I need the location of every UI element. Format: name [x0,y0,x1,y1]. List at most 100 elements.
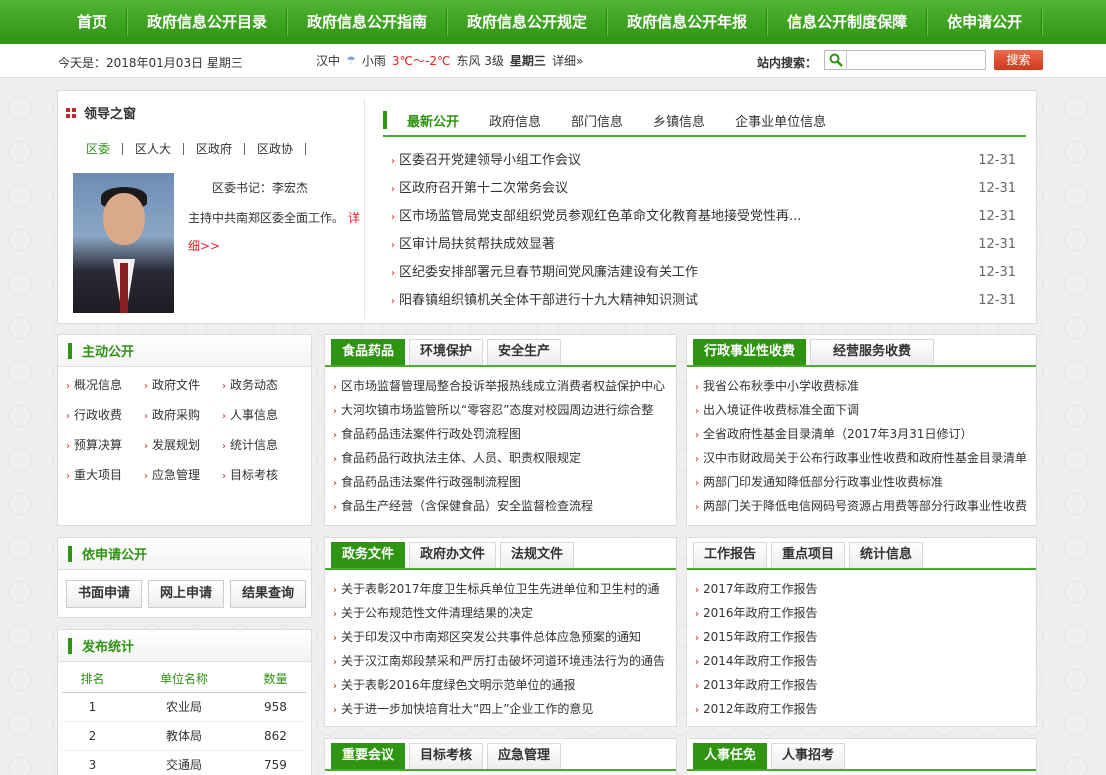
link-item[interactable]: › 预算决算 [66,437,144,455]
list-item[interactable]: › 关于印发汉中市南郑区突发公共事件总体应急预案的通知 [333,628,670,652]
list-item[interactable]: › 2015年政府工作报告 [695,628,1030,652]
list-item[interactable]: › 2016年政府工作报告 [695,604,1030,628]
list-item[interactable]: › 我省公布秋季中小学收费标准 [695,377,1030,401]
link-item[interactable]: › 应急管理 [144,467,222,485]
tab-targets[interactable]: 目标考核 [409,743,484,769]
tab-statistics[interactable]: 统计信息 [849,542,924,568]
tab-gov-docs[interactable]: 政务文件 [331,542,406,568]
news-title[interactable]: 区政府召开第十二次常务会议 [399,181,568,196]
link-label[interactable]: 概况信息 [74,378,122,392]
tab-office-docs[interactable]: 政府办文件 [409,542,497,568]
link-label[interactable]: 政务动态 [230,378,278,392]
search-icon[interactable] [825,51,847,69]
list-item-title[interactable]: 关于印发汉中市南郑区突发公共事件总体应急预案的通知 [341,630,641,644]
list-item-title[interactable]: 2014年政府工作报告 [703,654,818,668]
list-item[interactable]: › 大河坎镇市场监管所以“零容忍”态度对校园周边进行综合整 [333,401,670,425]
online-application-button[interactable]: 网上申请 [148,580,224,608]
news-item[interactable]: › 区市场监管局党支部组织党员参观红色革命文化教育基地接受党性再... 12-31 [391,207,1016,235]
link-item[interactable]: › 政务动态 [222,377,300,395]
link-label[interactable]: 行政收费 [74,408,122,422]
link-label[interactable]: 政府采购 [152,408,200,422]
link-item[interactable]: › 政府文件 [144,377,222,395]
news-title[interactable]: 区委召开党建领导小组工作会议 [399,153,581,168]
list-item[interactable]: › 2017年政府工作报告 [695,580,1030,604]
link-item[interactable]: › 发展规划 [144,437,222,455]
news-item[interactable]: › 区政府召开第十二次常务会议 12-31 [391,179,1016,207]
tab-regulations[interactable]: 法规文件 [500,542,575,568]
list-item[interactable]: › 2013年政府工作报告 [695,676,1030,700]
list-item-title[interactable]: 食品药品违法案件行政处罚流程图 [341,427,521,441]
tab-admin-fees[interactable]: 行政事业性收费 [693,339,807,365]
list-item[interactable]: › 食品药品违法案件行政强制流程图 [333,473,670,497]
list-item[interactable]: › 全省政府性基金目录清单（2017年3月31日修订） [695,425,1030,449]
leader-tab-cppcc[interactable]: 区政协 [245,143,307,155]
list-item-title[interactable]: 2017年政府工作报告 [703,582,818,596]
list-item[interactable]: › 食品药品违法案件行政处罚流程图 [333,425,670,449]
leader-tab-congress[interactable]: 区人大 [123,143,185,155]
search-button[interactable]: 搜索 [994,50,1043,70]
list-item-title[interactable]: 两部门印发通知降低部分行政事业性收费标准 [703,475,943,489]
list-item[interactable]: › 关于公布规范性文件清理结果的决定 [333,604,670,628]
list-item-title[interactable]: 出入境证件收费标准全面下调 [703,403,859,417]
link-item[interactable]: › 重大项目 [66,467,144,485]
tab-appointments[interactable]: 人事任免 [693,743,768,769]
link-item[interactable]: › 统计信息 [222,437,300,455]
link-label[interactable]: 预算决算 [74,438,122,452]
link-label[interactable]: 人事信息 [230,408,278,422]
nav-guide[interactable]: 政府信息公开指南 [288,0,446,44]
link-label[interactable]: 应急管理 [152,468,200,482]
tab-key-projects[interactable]: 重点项目 [771,542,846,568]
list-item-title[interactable]: 全省政府性基金目录清单（2017年3月31日修订） [703,427,972,441]
tab-environment[interactable]: 环境保护 [409,339,484,365]
list-item-title[interactable]: 关于进一步加快培育壮大“四上”企业工作的意见 [341,702,593,716]
tab-department-info[interactable]: 部门信息 [571,111,623,130]
list-item-title[interactable]: 食品生产经营（含保健食品）安全监督检查流程 [341,499,593,513]
list-item[interactable]: › 食品药品行政执法主体、人员、职责权限规定 [333,449,670,473]
list-item-title[interactable]: 2016年政府工作报告 [703,606,818,620]
tab-recruitment[interactable]: 人事招考 [771,743,846,769]
link-label[interactable]: 政府文件 [152,378,200,392]
tab-latest[interactable]: 最新公开 [407,111,459,130]
list-item[interactable]: › 两部门印发通知降低部分行政事业性收费标准 [695,473,1030,497]
list-item[interactable]: › 2014年政府工作报告 [695,652,1030,676]
tab-emergency[interactable]: 应急管理 [487,743,562,769]
list-item[interactable]: › 关于进一步加快培育壮大“四上”企业工作的意见 [333,700,670,724]
list-item[interactable]: › 关于表彰2016年度绿色文明示范单位的通报 [333,676,670,700]
news-item[interactable]: › 阳春镇组织镇机关全体干部进行十九大精神知识测试 12-31 [391,291,1016,319]
result-query-button[interactable]: 结果查询 [230,580,306,608]
link-item[interactable]: › 行政收费 [66,407,144,425]
link-label[interactable]: 重大项目 [74,468,122,482]
link-label[interactable]: 目标考核 [230,468,278,482]
list-item[interactable]: › 关于汉江南郑段禁采和严厉打击破坏河道环境违法行为的通告 [333,652,670,676]
list-item[interactable]: › 两部门关于降低电信网码号资源占用费等部分行政事业性收费 [695,497,1030,521]
tab-meetings[interactable]: 重要会议 [331,743,406,769]
list-item[interactable]: › 关于表彰2017年度卫生标兵单位卫生先进单位和卫生村的通 [333,580,670,604]
link-item[interactable]: › 概况信息 [66,377,144,395]
leader-tab-party[interactable]: 区委 [86,143,124,155]
tab-work-reports[interactable]: 工作报告 [693,542,768,568]
tab-government-info[interactable]: 政府信息 [489,111,541,130]
list-item-title[interactable]: 区市场监督管理局整合投诉举报热线成立消费者权益保护中心 [341,379,665,393]
list-item-title[interactable]: 2013年政府工作报告 [703,678,818,692]
list-item-title[interactable]: 2015年政府工作报告 [703,630,818,644]
list-item[interactable]: › 食品生产经营（含保健食品）安全监督检查流程 [333,497,670,521]
news-title[interactable]: 阳春镇组织镇机关全体干部进行十九大精神知识测试 [399,293,698,308]
news-title[interactable]: 区审计局扶贫帮扶成效显著 [399,237,555,252]
list-item[interactable]: › 区市场监督管理局整合投诉举报热线成立消费者权益保护中心 [333,377,670,401]
tab-enterprise-info[interactable]: 企事业单位信息 [735,111,826,130]
written-application-button[interactable]: 书面申请 [66,580,142,608]
news-item[interactable]: › 区委召开党建领导小组工作会议 12-31 [391,151,1016,179]
list-item[interactable]: › 出入境证件收费标准全面下调 [695,401,1030,425]
link-item[interactable]: › 人事信息 [222,407,300,425]
news-title[interactable]: 区市场监管局党支部组织党员参观红色革命文化教育基地接受党性再... [399,209,801,224]
list-item-title[interactable]: 食品药品违法案件行政强制流程图 [341,475,521,489]
nav-home[interactable]: 首页 [58,0,126,44]
nav-system[interactable]: 信息公开制度保障 [768,0,926,44]
list-item[interactable]: › 汉中市财政局关于公布行政事业性收费和政府性基金目录清单 [695,449,1030,473]
link-item[interactable]: › 政府采购 [144,407,222,425]
list-item-title[interactable]: 汉中市财政局关于公布行政事业性收费和政府性基金目录清单 [703,451,1027,465]
nav-annual-report[interactable]: 政府信息公开年报 [608,0,766,44]
leader-photo[interactable] [73,173,174,313]
list-item-title[interactable]: 关于公布规范性文件清理结果的决定 [341,606,533,620]
list-item-title[interactable]: 食品药品行政执法主体、人员、职责权限规定 [341,451,581,465]
